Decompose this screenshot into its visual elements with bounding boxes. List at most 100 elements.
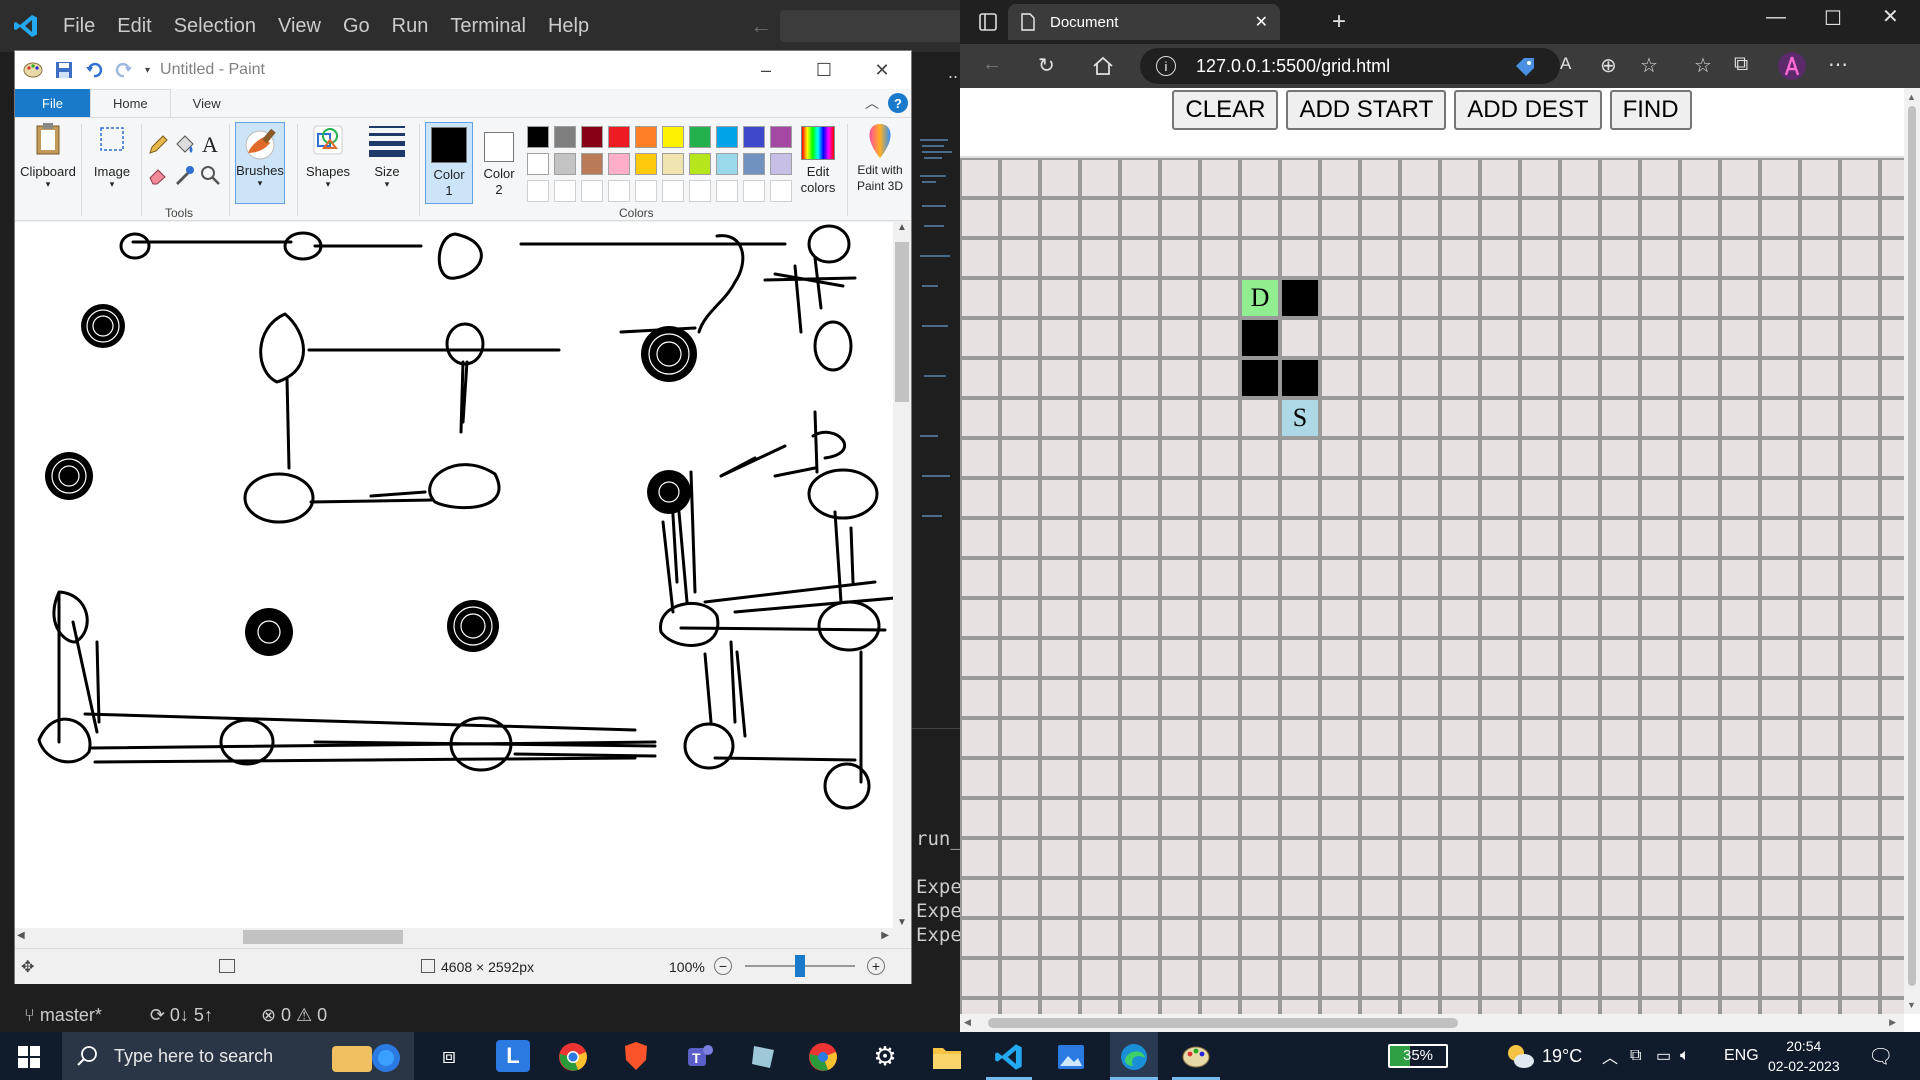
grid-cell[interactable] <box>1400 278 1440 318</box>
grid-cell[interactable] <box>1040 998 1080 1014</box>
grid-cell[interactable] <box>1320 678 1360 718</box>
grid-cell[interactable] <box>1080 998 1120 1014</box>
grid-cell[interactable] <box>960 638 1000 678</box>
grid-cell[interactable] <box>1360 718 1400 758</box>
problems-status[interactable]: ⊗ 0 ⚠ 0 <box>261 1005 327 1026</box>
grid-cell[interactable] <box>1040 878 1080 918</box>
grid-cell[interactable] <box>1560 798 1600 838</box>
grid-cell[interactable] <box>1640 758 1680 798</box>
palette-swatch-empty[interactable] <box>689 180 711 202</box>
grid-cell[interactable] <box>1120 598 1160 638</box>
grid-cell[interactable] <box>1840 318 1880 358</box>
grid-cell[interactable] <box>1840 958 1880 998</box>
grid-cell[interactable] <box>1320 238 1360 278</box>
grid-cell[interactable] <box>1440 278 1480 318</box>
grid-cell[interactable] <box>1160 198 1200 238</box>
grid-cell[interactable] <box>1200 958 1240 998</box>
edge-minimize-button[interactable]: — <box>1766 6 1786 29</box>
grid-cell[interactable] <box>1040 238 1080 278</box>
grid-cell[interactable] <box>1040 318 1080 358</box>
grid-cell[interactable] <box>1880 358 1904 398</box>
grid-cell-wall[interactable] <box>1240 318 1280 358</box>
color2-button[interactable]: Color 2 <box>475 122 523 198</box>
grid-cell[interactable] <box>1040 918 1080 958</box>
grid-cell[interactable] <box>1840 398 1880 438</box>
grid-cell[interactable] <box>1840 278 1880 318</box>
grid-cell[interactable] <box>1760 478 1800 518</box>
grid-cell[interactable] <box>1840 558 1880 598</box>
grid-cell[interactable] <box>1520 558 1560 598</box>
grid-cell[interactable] <box>1720 598 1760 638</box>
grid-cell[interactable] <box>1720 638 1760 678</box>
tab-close-icon[interactable]: ✕ <box>1255 12 1268 32</box>
grid-cell[interactable] <box>1840 198 1880 238</box>
grid-cell[interactable] <box>1400 558 1440 598</box>
grid-cell[interactable] <box>960 918 1000 958</box>
grid-cell[interactable] <box>1360 318 1400 358</box>
add-start-button[interactable]: ADD START <box>1286 90 1447 130</box>
grid-cell[interactable] <box>1040 518 1080 558</box>
grid-cell[interactable] <box>1560 878 1600 918</box>
grid-cell[interactable] <box>1080 438 1120 478</box>
page-vertical-thumb[interactable] <box>1908 106 1916 986</box>
profile-avatar[interactable] <box>1778 52 1806 80</box>
grid-cell[interactable] <box>1320 358 1360 398</box>
grid-cell[interactable] <box>1080 718 1120 758</box>
grid-cell[interactable] <box>1560 398 1600 438</box>
grid-cell[interactable] <box>1120 718 1160 758</box>
grid-cell[interactable] <box>1200 398 1240 438</box>
grid-cell[interactable] <box>1120 918 1160 958</box>
grid-cell[interactable] <box>1840 518 1880 558</box>
grid-cell[interactable] <box>1160 998 1200 1014</box>
grid-cell[interactable] <box>1680 438 1720 478</box>
grid-cell[interactable] <box>1120 678 1160 718</box>
grid-cell[interactable] <box>1400 318 1440 358</box>
grid-cell[interactable] <box>1240 598 1280 638</box>
grid-cell[interactable] <box>1160 358 1200 398</box>
grid-cell[interactable] <box>1200 718 1240 758</box>
grid-cell[interactable] <box>1640 478 1680 518</box>
scroll-down-icon[interactable]: ▼ <box>893 917 911 928</box>
grid-cell[interactable] <box>960 158 1000 198</box>
grid-cell[interactable] <box>960 558 1000 598</box>
grid-cell[interactable] <box>1480 198 1520 238</box>
grid-cell[interactable] <box>1280 558 1320 598</box>
tab-view[interactable]: View <box>171 89 243 117</box>
palette-swatch[interactable] <box>581 126 603 148</box>
grid-cell[interactable] <box>1760 758 1800 798</box>
grid-cell[interactable] <box>1440 198 1480 238</box>
grid-cell[interactable] <box>1120 878 1160 918</box>
grid-cell[interactable] <box>1000 238 1040 278</box>
grid-cell[interactable] <box>960 358 1000 398</box>
grid-cell[interactable] <box>960 998 1000 1014</box>
grid-cell[interactable] <box>1440 918 1480 958</box>
grid-cell[interactable] <box>1200 998 1240 1014</box>
grid-cell[interactable] <box>1640 558 1680 598</box>
grid-cell[interactable] <box>1040 158 1080 198</box>
grid-cell[interactable] <box>1440 758 1480 798</box>
grid-cell[interactable] <box>1400 678 1440 718</box>
grid-cell[interactable] <box>1640 398 1680 438</box>
add-favorite-icon[interactable]: ☆ <box>1640 53 1658 78</box>
grid-cell[interactable] <box>1520 878 1560 918</box>
grid-cell[interactable] <box>1200 318 1240 358</box>
grid-cell[interactable] <box>1680 878 1720 918</box>
grid-cell[interactable] <box>1600 278 1640 318</box>
grid-cell[interactable] <box>1520 958 1560 998</box>
close-button[interactable]: ✕ <box>853 51 911 89</box>
grid-cell[interactable] <box>1800 878 1840 918</box>
shapes-button[interactable]: Shapes ▾ <box>303 122 353 190</box>
grid-cell[interactable] <box>1600 438 1640 478</box>
grid-cell[interactable] <box>1800 798 1840 838</box>
grid-cell[interactable] <box>1760 158 1800 198</box>
grid-cell[interactable] <box>1080 958 1120 998</box>
edit-colors-button[interactable]: Edit colors <box>793 122 843 196</box>
grid-cell[interactable] <box>1480 958 1520 998</box>
text-icon[interactable]: A <box>199 132 223 156</box>
grid-cell[interactable] <box>1480 678 1520 718</box>
grid-cell[interactable] <box>1720 158 1760 198</box>
grid-cell[interactable] <box>1560 318 1600 358</box>
grid-cell[interactable] <box>1600 838 1640 878</box>
grid-cell[interactable] <box>1160 318 1200 358</box>
grid-cell[interactable] <box>1480 438 1520 478</box>
